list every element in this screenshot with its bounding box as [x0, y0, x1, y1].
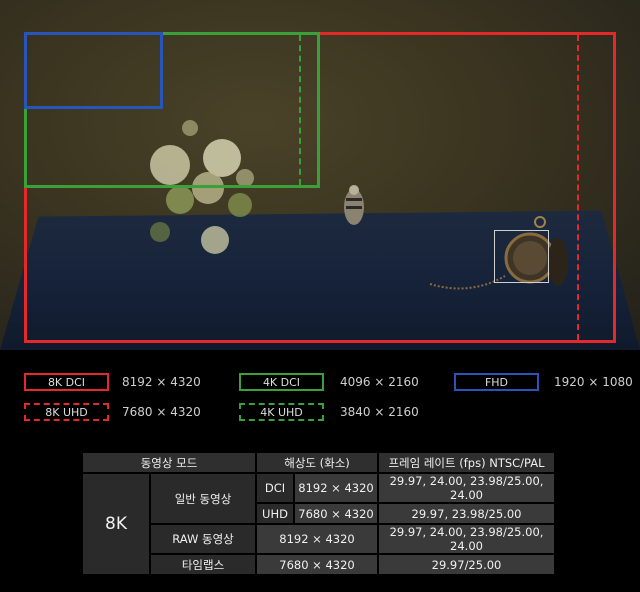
- raw-resolution-cell: 8192 × 4320: [257, 525, 377, 553]
- legend-4k-uhd: 4K UHD: [239, 403, 324, 421]
- table-row: 8K 일반 동영상 DCI 8192 × 4320 29.97, 24.00, …: [83, 474, 554, 574]
- legend-8k-dci-value: 8192 × 4320: [122, 375, 201, 389]
- normal-video-cell: 일반 동영상: [151, 474, 255, 523]
- legend-4k-dci-value: 4096 × 2160: [340, 375, 419, 389]
- video-mode-spec-table: 동영상 모드 해상도 (화소) 프레임 레이트 (fps) NTSC/PAL 8…: [81, 451, 556, 576]
- uhd-label-cell: UHD: [257, 504, 293, 523]
- header-frame-rate: 프레임 레이트 (fps) NTSC/PAL: [379, 453, 554, 472]
- legend-8k-uhd: 8K UHD: [24, 403, 109, 421]
- sample-photo: [0, 0, 640, 350]
- watch-highlight-box: [494, 230, 549, 283]
- legend-4k-dci: 4K DCI: [239, 373, 324, 391]
- uhd-resolution-cell: 7680 × 4320: [295, 504, 377, 523]
- dci-label-cell: DCI: [257, 474, 293, 502]
- frame-8k-uhd-edge: [577, 35, 579, 340]
- timelapse-cell: 타임랩스: [151, 555, 255, 574]
- legend-4k-uhd-value: 3840 × 2160: [340, 405, 419, 419]
- legend-fhd: FHD: [454, 373, 539, 391]
- timelapse-resolution-cell: 7680 × 4320: [257, 555, 377, 574]
- raw-video-cell: RAW 동영상: [151, 525, 255, 553]
- legend-8k-dci: 8K DCI: [24, 373, 109, 391]
- header-resolution: 해상도 (화소): [257, 453, 377, 472]
- header-video-mode: 동영상 모드: [83, 453, 255, 472]
- table-header-row: 동영상 모드 해상도 (화소) 프레임 레이트 (fps) NTSC/PAL: [83, 453, 554, 472]
- dci-fps-cell: 29.97, 24.00, 23.98/25.00, 24.00: [379, 474, 554, 502]
- uhd-fps-cell: 29.97, 23.98/25.00: [379, 504, 554, 523]
- legend-fhd-value: 1920 × 1080: [554, 375, 633, 389]
- mode-8k-cell: 8K: [83, 474, 149, 574]
- frame-fhd: [24, 32, 163, 109]
- legend-8k-uhd-value: 7680 × 4320: [122, 405, 201, 419]
- table-row: RAW 동영상 8192 × 4320 29.97, 24.00, 23.98/…: [83, 525, 554, 553]
- dci-resolution-cell: 8192 × 4320: [295, 474, 377, 502]
- frame-4k-uhd-edge: [299, 35, 301, 185]
- raw-fps-cell: 29.97, 24.00, 23.98/25.00, 24.00: [379, 525, 554, 553]
- table-row: 타임랩스 7680 × 4320 29.97/25.00: [83, 555, 554, 574]
- timelapse-fps-cell: 29.97/25.00: [379, 555, 554, 574]
